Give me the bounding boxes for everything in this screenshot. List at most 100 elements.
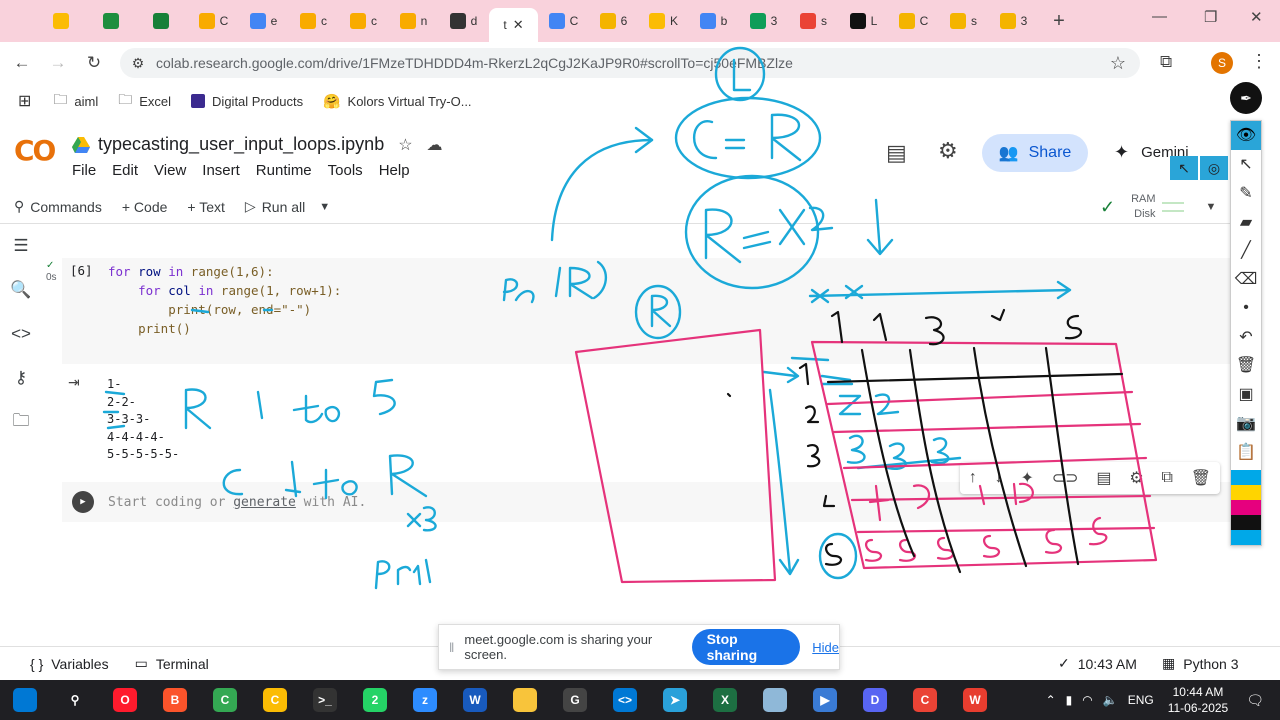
pointer-icon[interactable]: ↖ [1239,150,1252,179]
code-line-4[interactable]: print() [108,321,191,336]
settings-gear-icon[interactable]: ⚙ [1129,468,1143,488]
whiteboard-icon[interactable]: ▣ [1238,380,1253,409]
taskbar-chrome-2-icon[interactable]: C [900,680,950,720]
taskbar-github-icon[interactable]: G [550,680,600,720]
trash-icon[interactable]: 🗑 [1236,351,1256,380]
browser-tab[interactable]: 6 [589,6,638,36]
reload-icon[interactable]: ↻ [76,53,112,73]
code-line-2[interactable]: for col in range(1, row+1): [108,283,341,298]
chevron-down-icon[interactable]: ▼ [1206,201,1217,213]
add-text-button[interactable]: + Text [187,199,225,215]
menu-file[interactable]: File [72,162,96,179]
add-code-button[interactable]: + Code [122,199,168,215]
variables-button[interactable]: { } Variables [30,656,109,672]
volume-icon[interactable]: 🔈 [1103,693,1118,707]
menu-edit[interactable]: Edit [112,162,138,179]
move-up-icon[interactable]: ↑ [969,469,977,487]
browser-tab[interactable]: C [889,6,938,36]
taskbar-explorer-icon[interactable] [500,680,550,720]
taskbar-vscode-icon[interactable]: <> [600,680,650,720]
files-folder-icon[interactable]: 🗀 [13,400,30,444]
stop-sharing-button[interactable]: Stop sharing [691,629,801,665]
omnibox[interactable]: ⚙ colab.research.google.com/drive/1FMzeT… [120,48,1140,78]
back-icon[interactable]: ← [4,53,40,73]
taskbar-chrome-icon[interactable]: C [250,680,300,720]
taskbar-word-icon[interactable]: W [450,680,500,720]
line-icon[interactable]: ╱ [1241,236,1251,265]
color-swatch[interactable] [1231,515,1261,530]
browser-tab[interactable]: t ✕ [489,8,538,42]
taskbar-telegram-icon[interactable]: ➤ [650,680,700,720]
run-all-button[interactable]: ▷ Run all ▼ [245,198,336,215]
mirror-icon[interactable]: ⧉ [1161,469,1172,487]
extensions-icon[interactable]: ⧉ [1160,52,1172,72]
browser-tab[interactable]: 3 [739,6,788,36]
taskbar-discord-icon[interactable]: D [850,680,900,720]
bookmark-excel[interactable]: 🗀 Excel [118,89,171,113]
secrets-key-icon[interactable]: ⚷ [15,356,27,400]
find-icon[interactable]: 🔍 [10,268,31,312]
battery-icon[interactable]: ▮ [1066,693,1073,707]
clipboard-icon[interactable]: 📋 [1236,437,1256,466]
apps-grid-icon[interactable]: ⊞ [18,91,31,111]
link-icon[interactable]: ⊂⊃ [1052,468,1079,488]
star-icon[interactable]: ☆ [398,135,412,155]
browser-tab[interactable]: s [939,6,988,36]
code-snippets-icon[interactable]: <> [11,312,31,356]
dot-icon[interactable]: • [1243,294,1249,323]
taskbar-brave-icon[interactable]: B [150,680,200,720]
browser-tab[interactable]: c [339,6,388,36]
menu-view[interactable]: View [154,162,186,179]
highlighter-icon[interactable]: ▰ [1240,207,1252,236]
hide-link[interactable]: Hide [812,640,839,655]
minimize-icon[interactable]: — [1152,8,1167,25]
browser-tab[interactable]: c [289,6,338,36]
pen-icon[interactable]: ✎ [1239,179,1252,208]
browser-tab[interactable]: e [239,6,288,36]
camera-icon[interactable]: 📷 [1236,409,1256,438]
pen-tool-icon[interactable]: ✒ [1230,82,1262,114]
close-window-icon[interactable]: ✕ [1250,8,1263,26]
bookmark-kolors[interactable]: 🤗 Kolors Virtual Try-O... [323,93,471,110]
taskbar-opera-icon[interactable]: O [100,680,150,720]
run-cell-icon[interactable]: ▶ [72,491,94,513]
browser-tab[interactable] [39,6,88,36]
comment-icon[interactable]: ▤ [886,140,907,166]
move-down-icon[interactable]: ↓ [995,469,1003,487]
browser-tab[interactable]: s [789,6,838,36]
notebook-title[interactable]: typecasting_user_input_loops.ipynb ☆ ☁ [72,134,443,155]
gemini-spark-icon[interactable]: ✦ [1021,468,1034,488]
code-line-3[interactable]: print(row, end="-") [108,302,311,317]
browser-tab[interactable]: L [839,6,888,36]
wifi-icon[interactable]: ◠ [1082,693,1092,707]
menu-runtime[interactable]: Runtime [256,162,312,179]
taskbar-chrome-m-icon[interactable]: C [200,680,250,720]
menu-insert[interactable]: Insert [202,162,240,179]
code-line-1[interactable]: for row in range(1,6): [108,264,274,279]
taskbar-wps-icon[interactable]: W [950,680,1000,720]
delete-icon[interactable]: 🗑 [1191,468,1211,488]
settings-gear-icon[interactable]: ⚙ [938,138,958,164]
close-icon[interactable]: ✕ [513,17,524,33]
taskbar-excel-icon[interactable]: X [700,680,750,720]
browser-tab[interactable] [139,6,188,36]
cursor-highlight-icon[interactable]: ◎ [1200,156,1228,180]
menu-tools[interactable]: Tools [328,162,363,179]
taskbar-search-icon[interactable]: ⚲ [50,680,100,720]
code-cell[interactable]: [6] for row in range(1,6): for col in ra… [62,258,1230,364]
taskbar-whatsapp-icon[interactable]: 2 [350,680,400,720]
menu-help[interactable]: Help [379,162,410,179]
color-swatch[interactable] [1231,470,1261,485]
language-indicator[interactable]: ENG [1128,693,1154,707]
browser-menu-icon[interactable]: ⋮ [1250,51,1268,72]
browser-tab[interactable]: K [639,6,688,36]
profile-avatar[interactable]: S [1211,52,1233,74]
eraser-icon[interactable]: ⌫ [1235,265,1258,294]
toc-icon[interactable]: ☰ [13,224,28,268]
bookmark-digital-products[interactable]: Digital Products [191,94,303,109]
taskbar-terminal-icon[interactable]: >_ [300,680,350,720]
browser-tab[interactable]: b [689,6,738,36]
resource-indicator[interactable]: ✓ RAM Disk ▼ [1100,190,1216,224]
restore-icon[interactable]: ❐ [1204,8,1217,26]
url-text[interactable]: colab.research.google.com/drive/1FMzeTDH… [156,55,793,71]
